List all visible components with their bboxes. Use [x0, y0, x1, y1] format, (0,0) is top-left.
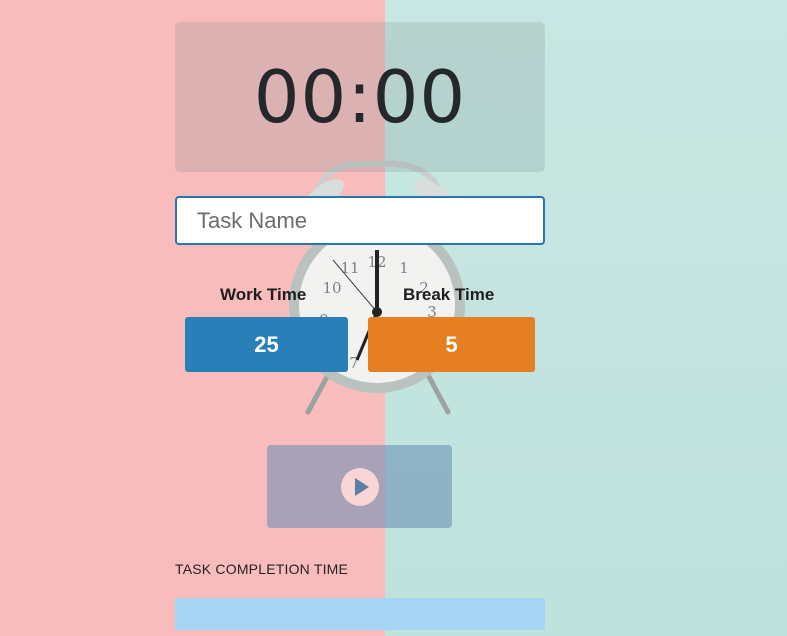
play-icon [340, 467, 379, 506]
break-time-input[interactable]: 5 [368, 317, 535, 372]
work-time-label: Work Time [220, 285, 307, 304]
break-time-label: Break Time [403, 285, 495, 304]
svg-text:11: 11 [340, 259, 359, 277]
task-completion-label: TASK COMPLETION TIME [175, 561, 349, 577]
svg-text:10: 10 [322, 279, 341, 297]
timer-display: 00:00 [175, 22, 545, 172]
work-time-input[interactable]: 25 [185, 317, 348, 372]
timer-text: 00:00 [253, 55, 467, 139]
work-time-value: 25 [254, 331, 279, 357]
break-time-value: 5 [445, 331, 458, 357]
task-name-input[interactable] [175, 196, 545, 245]
task-completion-bar [175, 598, 545, 630]
svg-text:1: 1 [399, 259, 409, 277]
play-button[interactable] [267, 445, 452, 528]
